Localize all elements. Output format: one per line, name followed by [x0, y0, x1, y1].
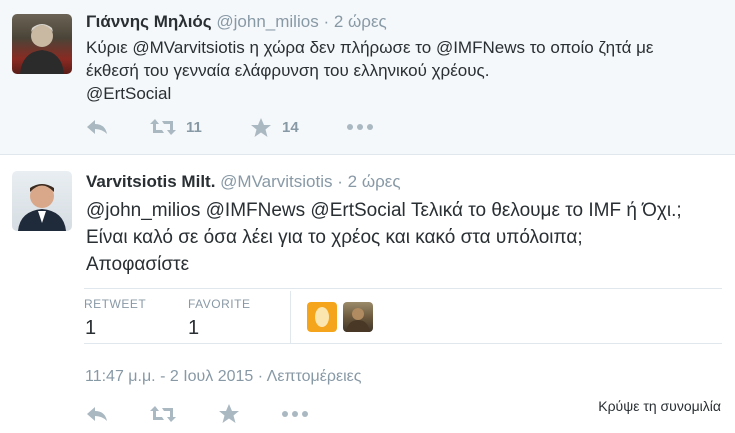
separator-dot: · [337, 172, 343, 191]
mention-link[interactable]: @john_milios [86, 200, 200, 221]
author-handle[interactable]: @john_milios [216, 12, 318, 31]
retweet-count: 11 [186, 118, 202, 136]
avatar-john-milios[interactable] [12, 14, 72, 74]
details-link[interactable]: Λεπτομέρειες [267, 368, 362, 385]
reply-button[interactable] [86, 118, 108, 136]
tweet-john-milios[interactable]: Γιάννης Μηλιός @john_milios · 2 ώρες Κύρ… [0, 0, 735, 155]
favorite-star-icon [251, 118, 271, 137]
retweet-stat-value[interactable]: 1 [85, 317, 96, 340]
reply-button[interactable] [86, 405, 108, 423]
retweet-button[interactable] [150, 405, 176, 423]
hide-conversation-link[interactable]: Κρύψε τη συνομιλία [598, 398, 721, 414]
tweet-text: Κύριε @MVarvitsiotis η χώρα δεν πλήρωσε … [86, 36, 706, 105]
more-button[interactable] [282, 411, 308, 417]
tweet-timestamp-line: 11:47 μ.μ. - 2 Ιουλ 2015 · Λεπτομέρειες [85, 368, 362, 386]
tweet-header: Γιάννης Μηλιός @john_milios · 2 ώρες [86, 12, 387, 32]
text-segment: η χώρα δεν πλήρωσε το [244, 38, 436, 57]
favorite-stat-label[interactable]: FAVORITE [188, 297, 250, 311]
favorite-stat-value[interactable]: 1 [188, 317, 199, 340]
more-dots-icon [282, 411, 308, 417]
tweet-stats: RETWEET 1 FAVORITE 1 [84, 288, 722, 344]
tweet-time[interactable]: 2 ώρες [348, 172, 401, 191]
mention-link[interactable]: @ErtSocial [86, 84, 171, 103]
favoriter-avatar[interactable] [343, 302, 373, 332]
author-name[interactable]: Varvitsiotis Milt. [86, 172, 215, 191]
retweet-button[interactable]: 11 [150, 118, 202, 136]
retweet-stat-label[interactable]: RETWEET [84, 297, 146, 311]
separator-dot: · [257, 368, 264, 385]
mention-link[interactable]: @MVarvitsiotis [132, 38, 244, 57]
retweet-icon [150, 119, 176, 135]
author-handle[interactable]: @MVarvitsiotis [220, 172, 332, 191]
favorite-button[interactable] [218, 403, 240, 424]
avatar-varvitsiotis[interactable] [12, 171, 72, 231]
text-segment: Κύριε [86, 38, 133, 57]
mention-link[interactable]: @IMFNews [206, 200, 306, 221]
favorite-count: 14 [282, 119, 299, 136]
more-button[interactable] [347, 124, 373, 130]
more-dots-icon [347, 124, 373, 130]
separator-dot: · [323, 12, 330, 31]
retweet-icon [150, 406, 176, 422]
reply-icon [87, 407, 107, 421]
mention-link[interactable]: @ErtSocial [310, 200, 405, 221]
author-name[interactable]: Γιάννης Μηλιός [86, 12, 212, 31]
tweet-timestamp[interactable]: 11:47 μ.μ. - 2 Ιουλ 2015 [85, 368, 253, 385]
tweet-header: Varvitsiotis Milt. @MVarvitsiotis · 2 ώρ… [86, 172, 401, 192]
reply-icon [87, 120, 107, 134]
favoriter-avatar[interactable] [307, 302, 337, 332]
tweet-text: @john_milios @IMFNews @ErtSocial Τελικά … [86, 197, 686, 278]
mention-link[interactable]: @IMFNews [436, 38, 525, 57]
stats-divider [290, 291, 291, 343]
favorite-button[interactable]: 14 [250, 117, 299, 138]
favorite-star-icon [219, 404, 239, 423]
tweet-time[interactable]: 2 ώρες [334, 12, 387, 31]
